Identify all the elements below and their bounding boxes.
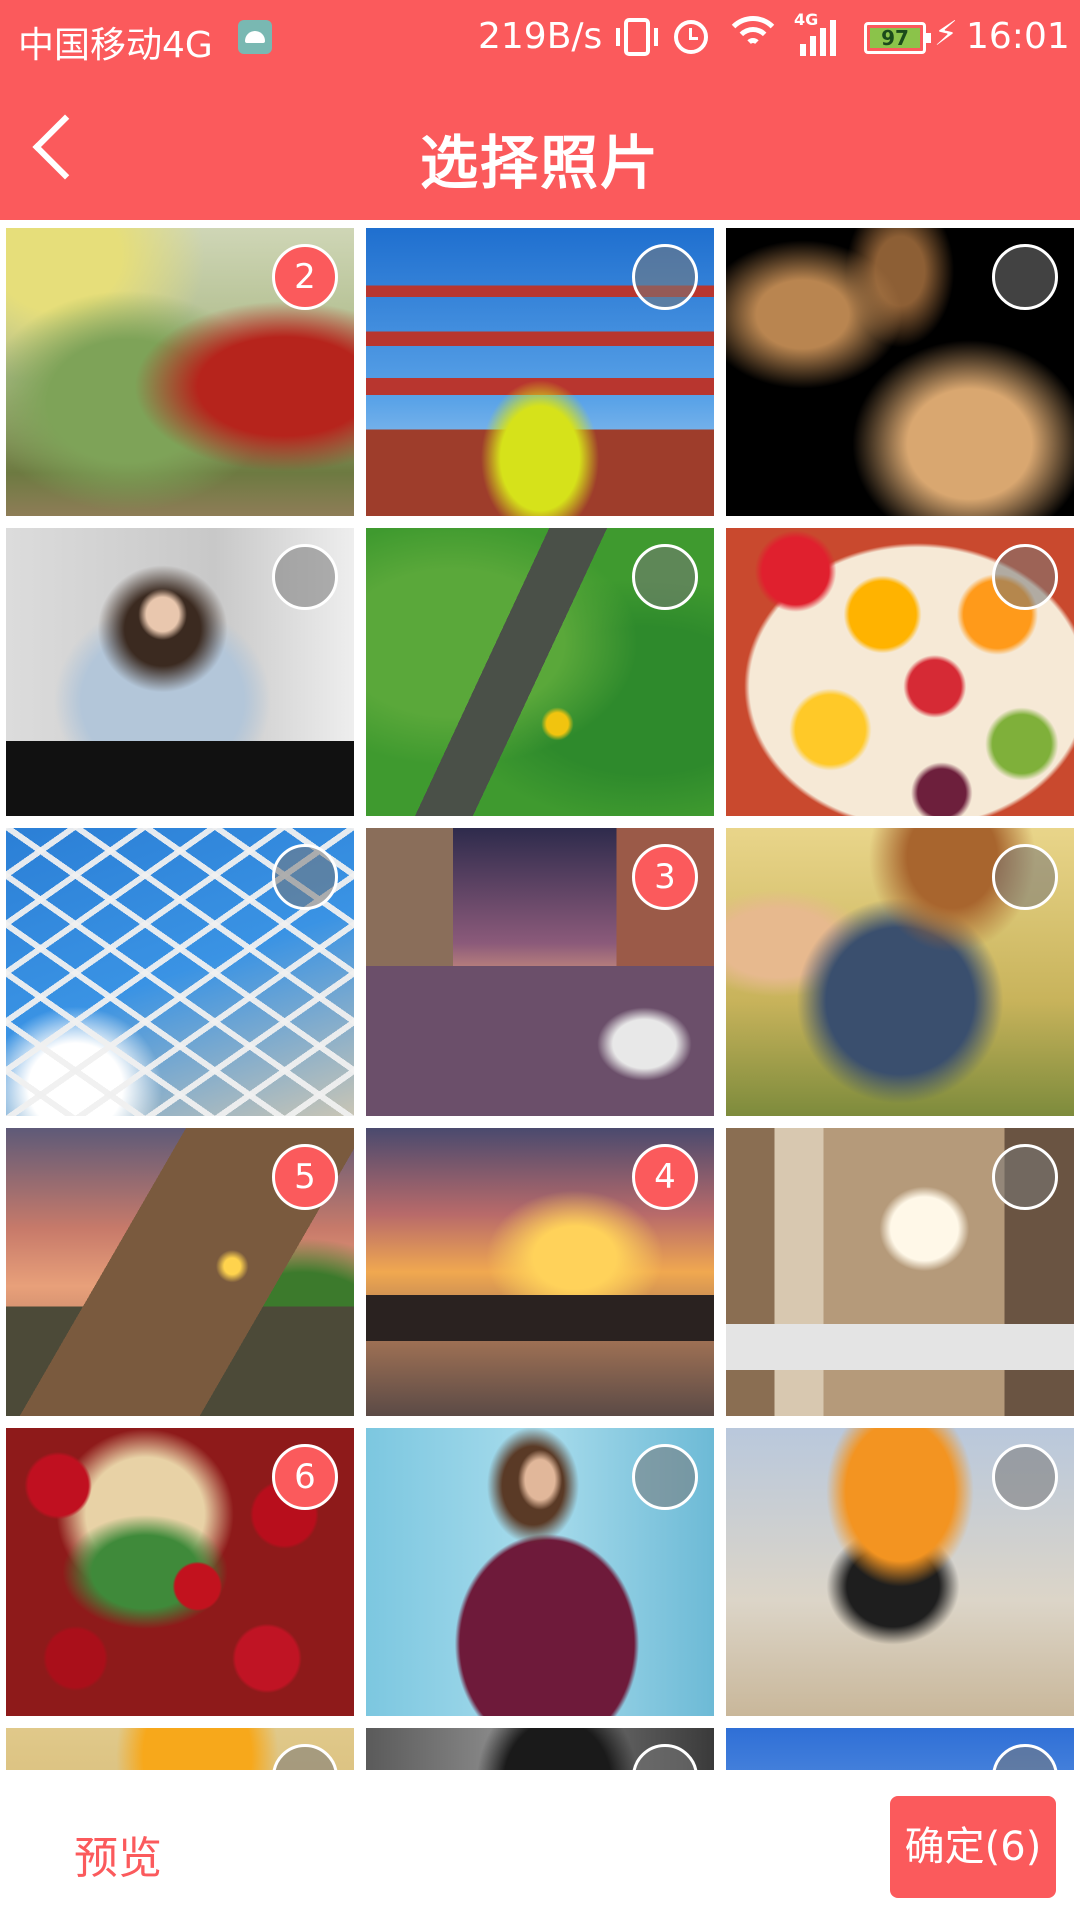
- network-type-label: 4G: [794, 10, 819, 29]
- selection-circle[interactable]: [632, 1444, 698, 1510]
- battery-level: 97: [870, 28, 920, 48]
- selection-badge[interactable]: 6: [272, 1444, 338, 1510]
- photo-item[interactable]: [726, 1128, 1074, 1416]
- bottom-bar: 预览 确定(6): [0, 1770, 1080, 1920]
- selection-circle[interactable]: [992, 844, 1058, 910]
- confirm-button[interactable]: 确定(6): [890, 1796, 1056, 1898]
- selection-badge[interactable]: 5: [272, 1144, 338, 1210]
- android-icon: [238, 20, 272, 54]
- charging-icon: ⚡: [934, 14, 958, 54]
- selection-badge[interactable]: 2: [272, 244, 338, 310]
- photo-item[interactable]: [6, 528, 354, 816]
- photo-item[interactable]: [366, 528, 714, 816]
- photo-item[interactable]: [366, 1728, 714, 1770]
- photo-item[interactable]: [6, 1728, 354, 1770]
- photo-grid: 2 3 5 4 6: [0, 220, 1080, 1770]
- selection-badge[interactable]: 4: [632, 1144, 698, 1210]
- selection-circle[interactable]: [992, 244, 1058, 310]
- clock: 16:01: [966, 16, 1070, 57]
- photo-item[interactable]: [726, 1428, 1074, 1716]
- selection-circle[interactable]: [632, 244, 698, 310]
- photo-item[interactable]: 4: [366, 1128, 714, 1416]
- selection-circle[interactable]: [992, 1444, 1058, 1510]
- status-bar: 中国移动4G 219B/s 4G 97 ⚡ 16:01: [0, 0, 1080, 76]
- selection-circle[interactable]: [272, 544, 338, 610]
- selection-badge[interactable]: 3: [632, 844, 698, 910]
- preview-button[interactable]: 预览: [74, 1822, 162, 1886]
- selection-circle[interactable]: [632, 544, 698, 610]
- photo-item[interactable]: 3: [366, 828, 714, 1116]
- vibrate-icon: [616, 18, 658, 56]
- photo-item[interactable]: [726, 528, 1074, 816]
- photo-item[interactable]: [726, 828, 1074, 1116]
- selection-circle[interactable]: [992, 544, 1058, 610]
- network-speed: 219B/s: [478, 16, 603, 57]
- photo-item[interactable]: [366, 1428, 714, 1716]
- signal-icon: 4G: [794, 10, 844, 56]
- title-bar: 选择照片: [0, 76, 1080, 220]
- wifi-icon: [728, 12, 778, 56]
- carrier-label: 中国移动4G: [18, 25, 213, 66]
- selection-circle[interactable]: [272, 844, 338, 910]
- selection-circle[interactable]: [992, 1144, 1058, 1210]
- photo-item[interactable]: [6, 828, 354, 1116]
- battery-icon: 97: [864, 22, 931, 54]
- photo-item[interactable]: [366, 228, 714, 516]
- page-title: 选择照片: [419, 129, 660, 197]
- photo-item[interactable]: 5: [6, 1128, 354, 1416]
- photo-item[interactable]: 6: [6, 1428, 354, 1716]
- alarm-icon: [674, 20, 708, 54]
- photo-item[interactable]: [726, 1728, 1074, 1770]
- photo-item[interactable]: 2: [6, 228, 354, 516]
- photo-item[interactable]: [726, 228, 1074, 516]
